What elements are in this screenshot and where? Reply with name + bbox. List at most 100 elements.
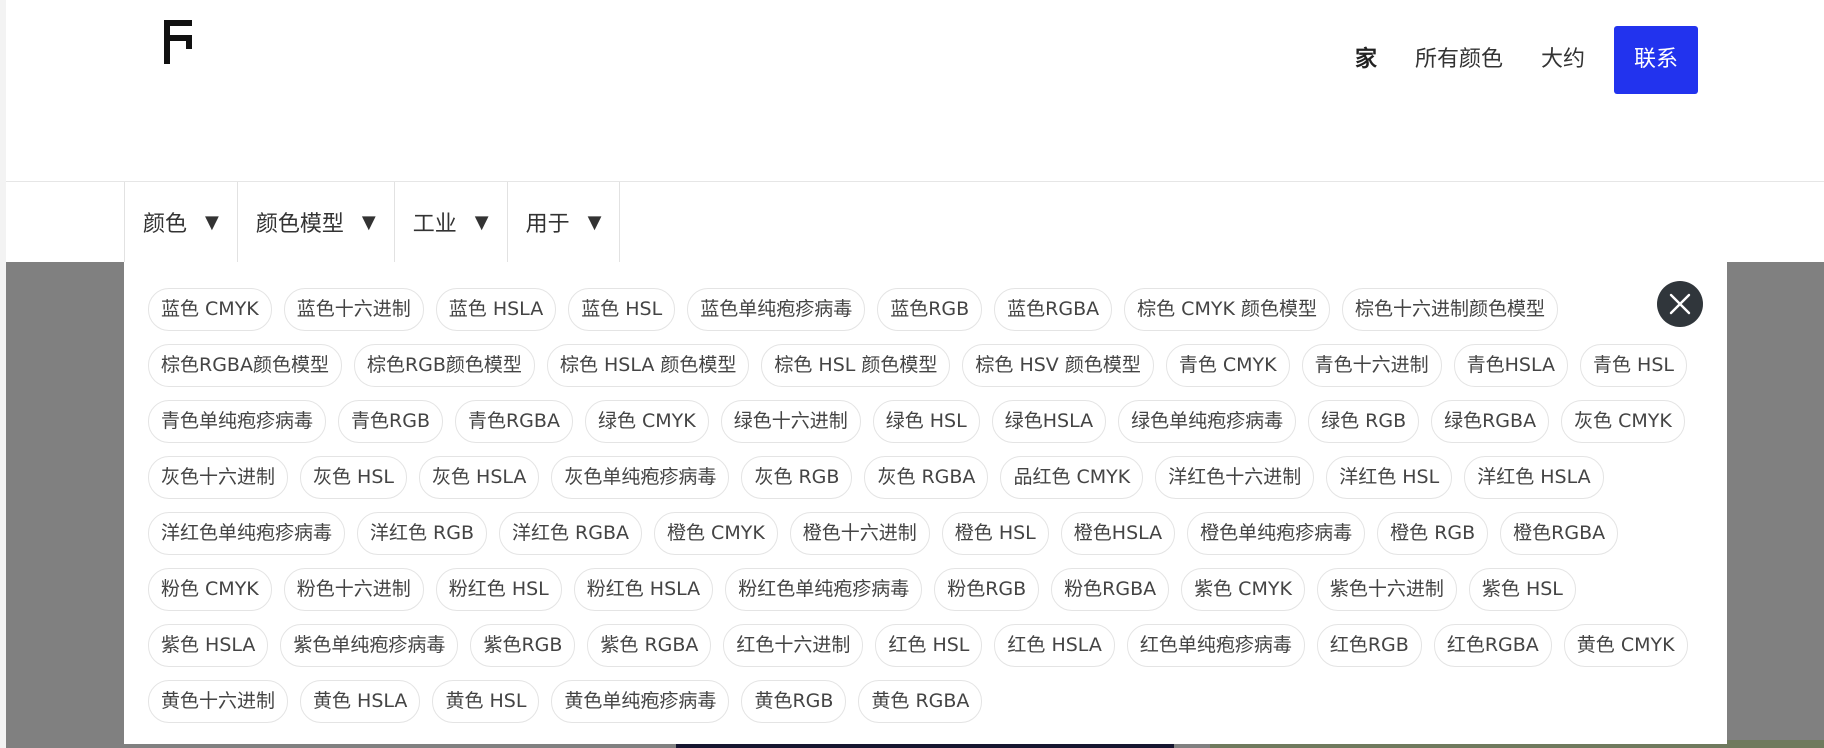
color-tag[interactable]: 橙色单纯疱疹病毒 [1187,512,1366,555]
color-tag[interactable]: 粉红色 HSLA [573,568,714,611]
color-tag[interactable]: 黄色 RGBA [858,680,983,723]
close-icon [1669,293,1691,315]
filter-label: 工业 [412,212,457,237]
color-tag[interactable]: 棕色十六进制颜色模型 [1341,288,1558,331]
color-tag[interactable]: 灰色 RGBA [864,456,989,499]
color-tag[interactable]: 蓝色RGBA [994,288,1113,331]
color-tag[interactable]: 橙色十六进制 [789,512,930,555]
color-tag[interactable]: 紫色单纯疱疹病毒 [280,624,459,667]
color-tag[interactable]: 灰色 HSLA [419,456,540,499]
color-tag[interactable]: 灰色 RGB [741,456,853,499]
color-tag[interactable]: 洋红色 RGB [357,512,488,555]
filter-color-dropdown[interactable]: 颜色 ▼ [124,182,237,262]
color-tag[interactable]: 红色 HSL [875,624,983,667]
color-tag[interactable]: 青色 HSL [1580,344,1687,387]
color-tag[interactable]: 棕色 HSLA 颜色模型 [546,344,750,387]
filter-label: 用于 [525,212,570,237]
color-tag[interactable]: 橙色 HSL [941,512,1049,555]
color-tag[interactable]: 黄色单纯疱疹病毒 [551,680,730,723]
color-tag[interactable]: 红色 HSLA [994,624,1115,667]
color-tag[interactable]: 洋红色 HSL [1326,456,1453,499]
color-tag[interactable]: 橙色 RGB [1377,512,1489,555]
color-tag[interactable]: 棕色 CMYK 颜色模型 [1124,288,1330,331]
filter-label: 颜色 [143,212,188,237]
color-tag[interactable]: 青色单纯疱疹病毒 [148,400,327,443]
color-tag[interactable]: 紫色 HSLA [148,624,269,667]
color-tag-list: 蓝色 CMYK 蓝色十六进制 蓝色 HSLA 蓝色 HSL 蓝色单纯疱疹病毒 蓝色RGB 蓝… [148,288,1698,723]
contact-button[interactable]: 联系 [1614,26,1698,94]
nav-home-link[interactable]: 家 [1336,26,1396,94]
color-tag[interactable]: 青色 CMYK [1165,344,1290,387]
color-tag[interactable]: 洋红色 HSLA [1464,456,1604,499]
main-nav: 家 所有颜色 大约 联系 [1336,26,1698,94]
color-tag[interactable]: 洋红色 RGBA [499,512,643,555]
filter-label: 颜色模型 [255,212,344,237]
color-tag[interactable]: 青色HSLA [1453,344,1568,387]
color-tag[interactable]: 粉红色 HSL [435,568,562,611]
color-tag[interactable]: 橙色 CMYK [654,512,778,555]
color-tag[interactable]: 棕色RGBA颜色模型 [148,344,342,387]
color-tag[interactable]: 洋红色十六进制 [1155,456,1315,499]
color-tag[interactable]: 青色RGB [338,400,443,443]
color-tag[interactable]: 红色RGBA [1433,624,1552,667]
color-tag[interactable]: 紫色 HSL [1468,568,1576,611]
nav-all-colors-link[interactable]: 所有颜色 [1396,26,1522,94]
caret-down-icon: ▼ [205,211,219,233]
color-tag[interactable]: 粉红色单纯疱疹病毒 [725,568,923,611]
color-tag[interactable]: 粉色RGB [934,568,1040,611]
site-header: 家 所有颜色 大约 联系 [6,0,1824,182]
caret-down-icon: ▼ [474,211,489,233]
color-tag[interactable]: 黄色 CMYK [1563,624,1688,667]
color-tag[interactable]: 棕色 HSL 颜色模型 [761,344,951,387]
color-tag[interactable]: 红色十六进制 [723,624,864,667]
color-tag[interactable]: 紫色RGB [470,624,576,667]
filter-bar: 颜色 ▼ 颜色模型 ▼ 工业 ▼ 用于 ▼ [6,182,1824,263]
color-tag[interactable]: 红色单纯疱疹病毒 [1126,624,1305,667]
color-tag[interactable]: 灰色 HSL [300,456,407,499]
color-tag[interactable]: 青色RGBA [454,400,573,443]
color-tag[interactable]: 灰色单纯疱疹病毒 [551,456,730,499]
color-tag[interactable]: 绿色 CMYK [584,400,709,443]
color-tag[interactable]: 蓝色 HSL [568,288,676,331]
color-tag[interactable]: 绿色单纯疱疹病毒 [1118,400,1297,443]
color-tag[interactable]: 蓝色 CMYK [148,288,272,331]
color-tag[interactable]: 棕色RGB颜色模型 [353,344,535,387]
filter-industry-dropdown[interactable]: 工业 ▼ [393,182,507,262]
color-tag[interactable]: 洋红色单纯疱疹病毒 [148,512,346,555]
filter-usage-dropdown[interactable]: 用于 ▼ [506,182,621,262]
color-tag[interactable]: 绿色十六进制 [720,400,861,443]
color-tag[interactable]: 灰色 CMYK [1561,400,1685,443]
color-tag[interactable]: 绿色 HSL [872,400,980,443]
color-tag[interactable]: 紫色 CMYK [1181,568,1305,611]
color-tag[interactable]: 黄色RGB [741,680,847,723]
color-tag[interactable]: 棕色 HSV 颜色模型 [962,344,1154,387]
color-dropdown-panel: 蓝色 CMYK 蓝色十六进制 蓝色 HSLA 蓝色 HSL 蓝色单纯疱疹病毒 蓝色RGB 蓝… [124,262,1727,744]
color-tag[interactable]: 青色十六进制 [1301,344,1442,387]
close-button[interactable] [1657,281,1703,327]
color-tag[interactable]: 绿色 RGB [1308,400,1420,443]
color-tag[interactable]: 橙色RGBA [1500,512,1619,555]
color-tag[interactable]: 蓝色 HSLA [435,288,557,331]
color-tag[interactable]: 橙色HSLA [1060,512,1176,555]
color-tag[interactable]: 紫色 RGBA [587,624,712,667]
color-tag[interactable]: 黄色 HSL [432,680,540,723]
caret-down-icon: ▼ [361,211,376,233]
nav-about-link[interactable]: 大约 [1522,26,1604,94]
color-tag[interactable]: 粉色 CMYK [148,568,272,611]
color-tag[interactable]: 紫色十六进制 [1316,568,1457,611]
color-tag[interactable]: 粉色RGBA [1051,568,1170,611]
color-tag[interactable]: 蓝色十六进制 [283,288,424,331]
caret-down-icon: ▼ [587,211,602,233]
color-tag[interactable]: 粉色十六进制 [283,568,424,611]
color-tag[interactable]: 蓝色RGB [877,288,983,331]
site-logo[interactable] [164,20,204,70]
color-tag[interactable]: 黄色十六进制 [148,680,289,723]
color-tag[interactable]: 绿色HSLA [991,400,1107,443]
color-tag[interactable]: 灰色十六进制 [148,456,289,499]
color-tag[interactable]: 品红色 CMYK [1000,456,1144,499]
color-tag[interactable]: 绿色RGBA [1431,400,1550,443]
filter-color-model-dropdown[interactable]: 颜色模型 ▼ [236,182,394,262]
color-tag[interactable]: 蓝色单纯疱疹病毒 [687,288,866,331]
color-tag[interactable]: 红色RGB [1316,624,1422,667]
color-tag[interactable]: 黄色 HSLA [300,680,421,723]
